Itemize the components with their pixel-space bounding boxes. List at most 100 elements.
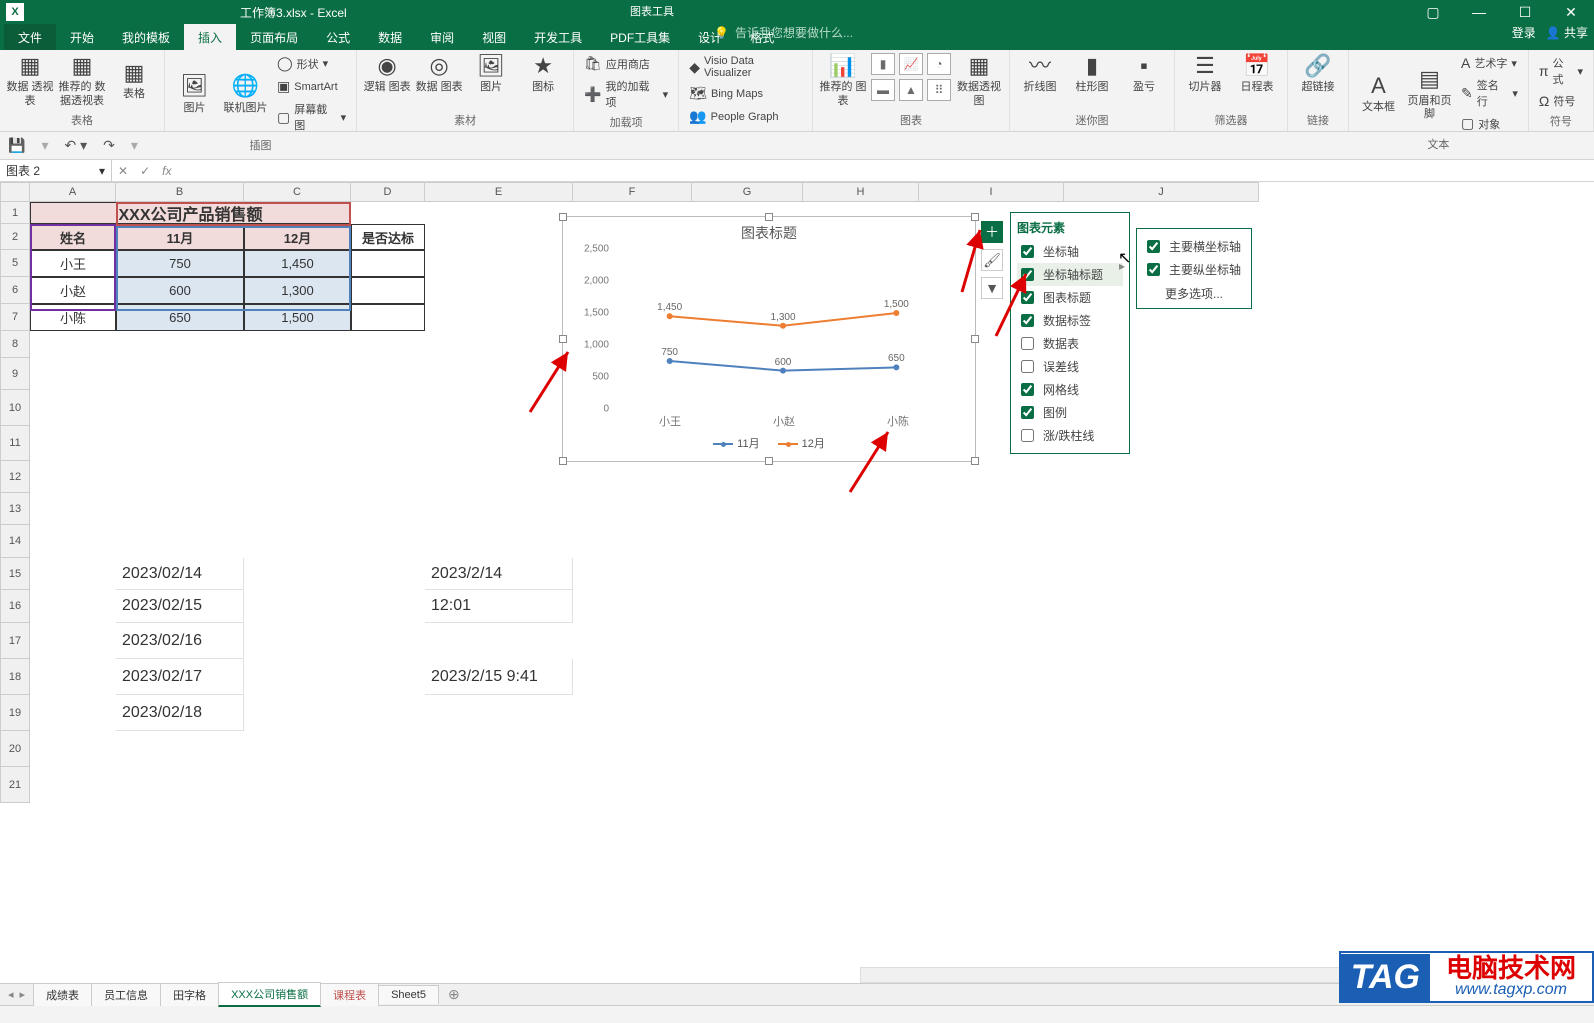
recommended-charts-button[interactable]: 📊推荐的 图表 (819, 53, 867, 108)
mindmap-button[interactable]: ◉逻辑 图表 (363, 53, 411, 95)
col-header-E[interactable]: E (425, 182, 573, 202)
tab-view[interactable]: 视图 (468, 24, 520, 50)
tab-pdf[interactable]: PDF工具集 (596, 24, 684, 50)
signature-button[interactable]: ✎签名行 ▾ (1457, 75, 1522, 111)
tab-insert[interactable]: 插入 (184, 24, 236, 50)
cell-D6[interactable] (351, 277, 425, 304)
undo-button[interactable]: ↶ ▾ (64, 137, 87, 154)
row-header-20[interactable]: 20 (0, 731, 30, 767)
axis-title-主要横坐标轴[interactable]: 主要横坐标轴 (1143, 235, 1245, 258)
line-chart-icon[interactable]: 📈 (899, 53, 923, 75)
cell-A1[interactable]: XXX公司产品销售额 (30, 202, 351, 224)
bar-chart-icon[interactable]: ▬ (871, 79, 895, 101)
cell-C7[interactable]: 1,500 (244, 304, 351, 331)
cell-C5[interactable]: 1,450 (244, 250, 351, 277)
symbol-button[interactable]: Ω符号 (1535, 91, 1587, 111)
cell-B7[interactable]: 650 (116, 304, 244, 331)
cell-A2[interactable]: 姓名 (30, 224, 116, 250)
myaddins-button[interactable]: ➕我的加载项 ▾ (580, 76, 672, 112)
cell-B5[interactable]: 750 (116, 250, 244, 277)
datamap-button[interactable]: ◎数据 图表 (415, 53, 463, 95)
select-all-corner[interactable] (0, 182, 30, 202)
equation-button[interactable]: π公式 ▾ (1535, 53, 1587, 89)
col-header-C[interactable]: C (244, 182, 351, 202)
col-header-D[interactable]: D (351, 182, 425, 202)
row-header-6[interactable]: 6 (0, 277, 30, 304)
row-header-14[interactable]: 14 (0, 525, 30, 558)
tab-mytemplates[interactable]: 我的模板 (108, 24, 184, 50)
col-header-F[interactable]: F (573, 182, 692, 202)
tell-me-search[interactable]: 💡告诉我您想要做什么... (714, 24, 853, 41)
chart-element-网格线[interactable]: 网格线 (1017, 378, 1123, 401)
qat-extra-button[interactable]: ▾ (131, 137, 138, 154)
sheet-nav-prev[interactable]: ◂ (8, 988, 14, 1001)
row-header-16[interactable]: 16 (0, 590, 30, 623)
row-header-13[interactable]: 13 (0, 493, 30, 525)
shapes-button[interactable]: ◯形状 ▾ (273, 53, 350, 74)
row-header-10[interactable]: 10 (0, 390, 30, 426)
maximize-button[interactable]: ☐ (1502, 0, 1548, 24)
row-header-15[interactable]: 15 (0, 558, 30, 590)
cell-C2[interactable]: 12月 (244, 224, 351, 250)
pivot-table-button[interactable]: ▦数据 透视表 (6, 53, 54, 108)
store-button[interactable]: 🛍应用商店 (580, 53, 672, 74)
tab-pagelayout[interactable]: 页面布局 (236, 24, 312, 50)
cell-B16[interactable]: 2023/02/15 (116, 590, 244, 623)
row-header-18[interactable]: 18 (0, 659, 30, 695)
cell-D5[interactable] (351, 250, 425, 277)
minimize-button[interactable]: — (1456, 0, 1502, 24)
pivot-chart-button[interactable]: ▦数据透视图 (955, 53, 1003, 108)
save-button[interactable]: 💾 (8, 137, 25, 154)
sheet-tab-4[interactable]: XXX公司销售额 (218, 982, 321, 1007)
col-header-A[interactable]: A (30, 182, 116, 202)
cell-D7[interactable] (351, 304, 425, 331)
col-header-H[interactable]: H (803, 182, 919, 202)
tab-developer[interactable]: 开发工具 (520, 24, 596, 50)
cell-E15[interactable]: 2023/2/14 (425, 558, 573, 590)
enter-formula-button[interactable]: ✓ (140, 164, 150, 178)
chart-object[interactable]: ＋ 🖌 ▼ 图表标题 05001,0001,5002,0002,50075060… (562, 216, 976, 462)
axis-titles-submenu[interactable]: 主要横坐标轴主要纵坐标轴 更多选项... (1136, 228, 1252, 309)
chart-type-grid[interactable]: ▮📈◔ ▬▲⠿ (871, 53, 951, 108)
sheet-nav-next[interactable]: ▸ (20, 988, 26, 1001)
area-chart-icon[interactable]: ▲ (899, 79, 923, 101)
col-header-J[interactable]: J (1064, 182, 1259, 202)
cell-B18[interactable]: 2023/02/17 (116, 659, 244, 695)
ribbon-options-icon[interactable]: ▢ (1410, 0, 1456, 24)
pictures-button[interactable]: 🖼图片 (171, 53, 218, 135)
sheet-tab-5[interactable]: 课程表 (320, 983, 379, 1006)
screenshot-button[interactable]: ▢屏幕截图 ▾ (273, 99, 350, 135)
row-header-1[interactable]: 1 (0, 202, 30, 224)
cell-A7[interactable]: 小陈 (30, 304, 116, 331)
sheet-tab-6[interactable]: Sheet5 (378, 985, 439, 1004)
col-header-B[interactable]: B (116, 182, 244, 202)
chart-title[interactable]: 图表标题 (563, 217, 975, 249)
new-sheet-button[interactable]: ⊕ (438, 986, 470, 1003)
sheet-tab-3[interactable]: 田字格 (160, 983, 219, 1006)
row-header-2[interactable]: 2 (0, 224, 30, 250)
cell-B17[interactable]: 2023/02/16 (116, 623, 244, 659)
tab-data[interactable]: 数据 (364, 24, 416, 50)
row-header-5[interactable]: 5 (0, 250, 30, 277)
name-box[interactable]: 图表 2▾ (0, 160, 112, 181)
row-header-21[interactable]: 21 (0, 767, 30, 803)
wordart-button[interactable]: A艺术字 ▾ (1457, 53, 1522, 73)
material-icon-button[interactable]: ★图标 (519, 53, 567, 95)
more-options-link[interactable]: 更多选项... (1143, 281, 1245, 302)
close-button[interactable]: ✕ (1548, 0, 1594, 24)
spreadsheet-grid[interactable]: 1256789101112131415161718192021 ABCDEFGH… (0, 182, 1594, 983)
row-header-17[interactable]: 17 (0, 623, 30, 659)
redo-button[interactable]: ↷ (103, 137, 115, 154)
chart-legend[interactable]: 11月12月 (563, 435, 975, 451)
cell-B15[interactable]: 2023/02/14 (116, 558, 244, 590)
chart-elements-menu[interactable]: 图表元素 坐标轴坐标轴标题图表标题数据标签数据表误差线网格线图例涨/跌柱线 ▸ (1010, 212, 1130, 454)
chart-element-数据标签[interactable]: 数据标签 (1017, 309, 1123, 332)
pie-chart-icon[interactable]: ◔ (927, 53, 951, 75)
recommended-pivot-button[interactable]: ▦推荐的 数据透视表 (58, 53, 106, 108)
cell-C6[interactable]: 1,300 (244, 277, 351, 304)
axis-title-主要纵坐标轴[interactable]: 主要纵坐标轴 (1143, 258, 1245, 281)
headerfooter-button[interactable]: ▤页眉和页脚 (1406, 53, 1453, 134)
chart-element-数据表[interactable]: 数据表 (1017, 332, 1123, 355)
object-button[interactable]: ▢对象 (1457, 113, 1522, 134)
chart-element-误差线[interactable]: 误差线 (1017, 355, 1123, 378)
